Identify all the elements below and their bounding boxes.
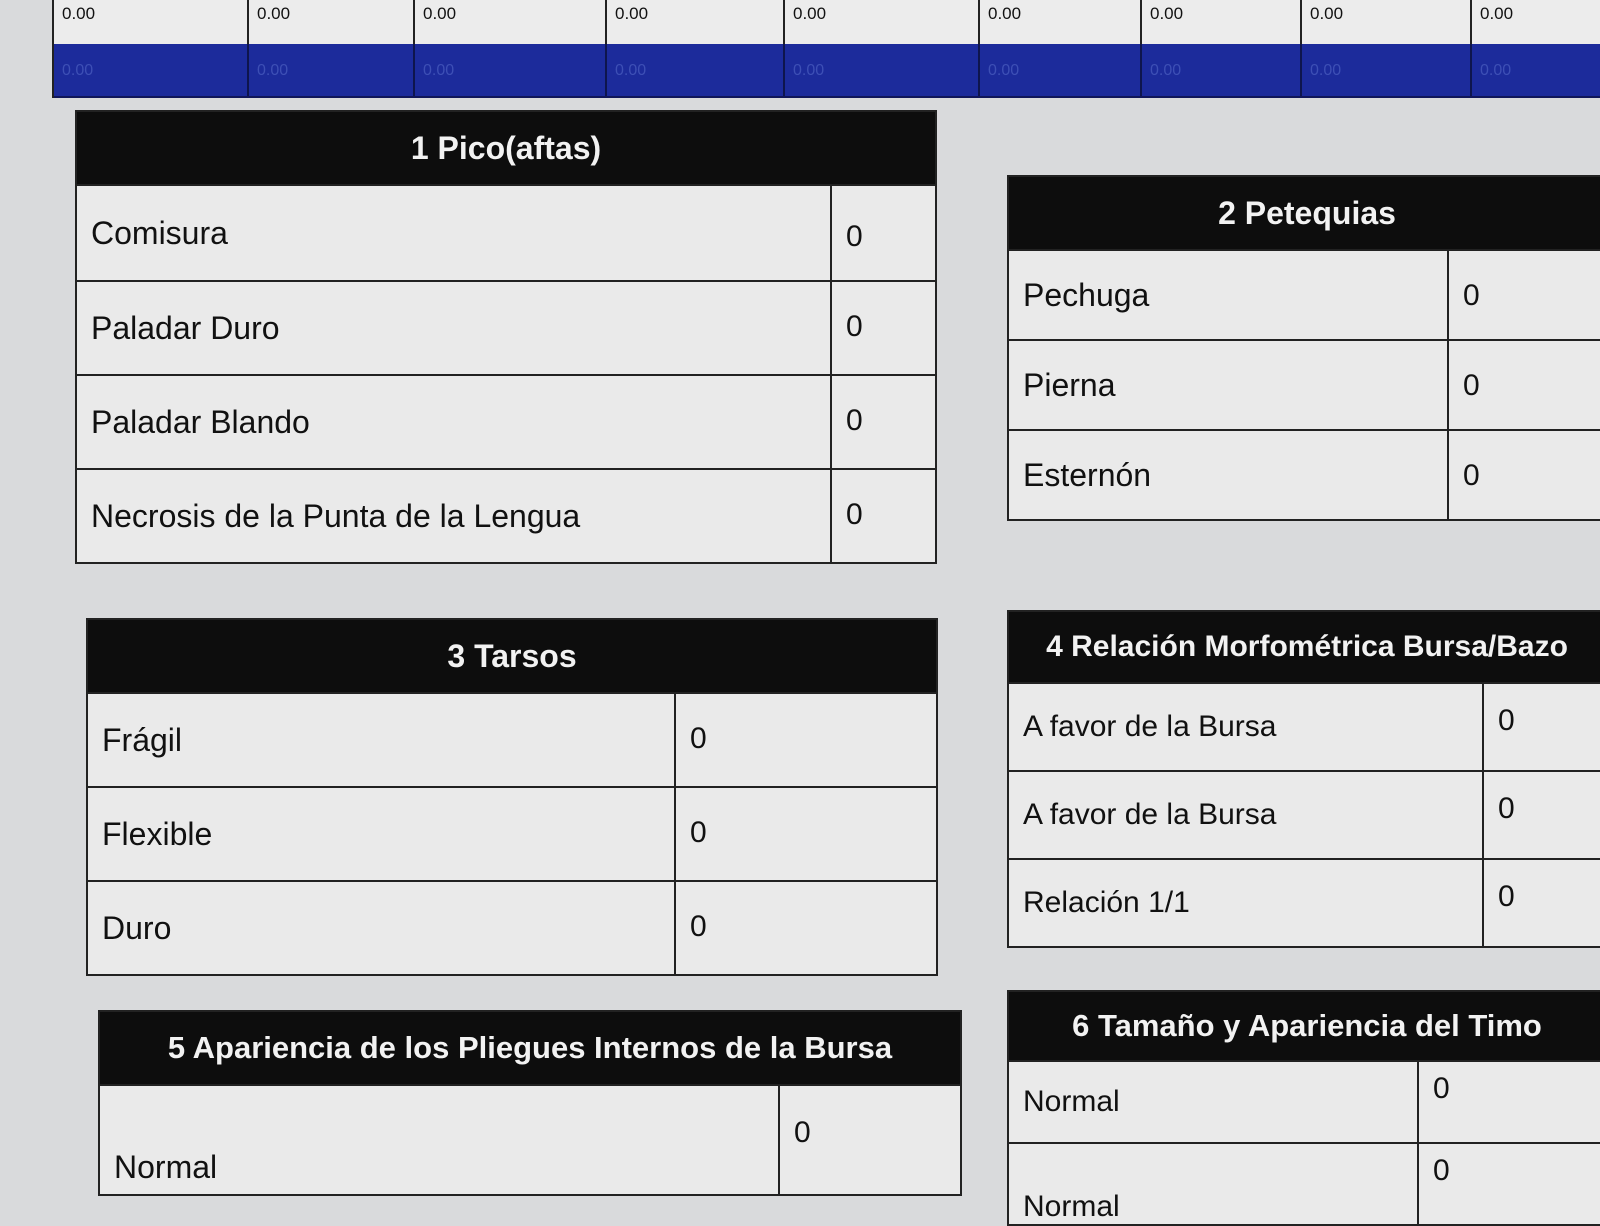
table-row: Normal 0: [1009, 1142, 1600, 1224]
row-value[interactable]: 0: [676, 788, 936, 880]
summary-row-values: 0.00 0.00 0.00 0.00 0.00 0.00 0.00 0.00 …: [54, 0, 1600, 44]
row-value[interactable]: 0: [1419, 1062, 1600, 1142]
row-label: Normal: [1009, 1062, 1419, 1142]
summary-total-cell: 0.00: [1472, 44, 1600, 96]
panel-title: 1 Pico(aftas): [77, 112, 935, 184]
summary-cell: 0.00: [785, 0, 980, 44]
row-value[interactable]: 0: [832, 186, 935, 280]
panel-petequias: 2 Petequias Pechuga 0 Pierna 0 Esternón …: [1007, 175, 1600, 521]
row-label: Paladar Blando: [77, 376, 832, 468]
summary-total-cell: 0.00: [785, 44, 980, 96]
summary-cell: 0.00: [1142, 0, 1302, 44]
row-label: Normal: [1009, 1144, 1419, 1224]
table-row: Paladar Blando 0: [77, 374, 935, 468]
table-row: Paladar Duro 0: [77, 280, 935, 374]
table-row: Relación 1/1 0: [1009, 858, 1600, 946]
table-row: Frágil 0: [88, 692, 936, 786]
summary-cell: 0.00: [980, 0, 1142, 44]
summary-cell: 0.00: [54, 0, 249, 44]
row-label: Pierna: [1009, 341, 1449, 429]
summary-total-cell: 0.00: [607, 44, 785, 96]
row-label: A favor de la Bursa: [1009, 772, 1484, 858]
summary-total-cell: 0.00: [415, 44, 607, 96]
summary-cell: 0.00: [1302, 0, 1472, 44]
table-row: Necrosis de la Punta de la Lengua 0: [77, 468, 935, 562]
row-label: Flexible: [88, 788, 676, 880]
row-label: Paladar Duro: [77, 282, 832, 374]
table-row: A favor de la Bursa 0: [1009, 682, 1600, 770]
panel-title: 5 Apariencia de los Pliegues Internos de…: [100, 1012, 960, 1084]
table-row: Normal 0: [100, 1084, 960, 1194]
summary-cell: 0.00: [1472, 0, 1600, 44]
summary-total-cell: 0.00: [1142, 44, 1302, 96]
summary-cell: 0.00: [415, 0, 607, 44]
row-label: Normal: [100, 1086, 780, 1194]
panel-title: 4 Relación Morfométrica Bursa/Bazo: [1009, 612, 1600, 682]
summary-table: 0.00 0.00 0.00 0.00 0.00 0.00 0.00 0.00 …: [52, 0, 1600, 98]
summary-total-cell: 0.00: [980, 44, 1142, 96]
table-row: Flexible 0: [88, 786, 936, 880]
row-value[interactable]: 0: [676, 694, 936, 786]
row-value[interactable]: 0: [780, 1086, 960, 1194]
row-label: Frágil: [88, 694, 676, 786]
summary-total-cell: 0.00: [54, 44, 249, 96]
row-value[interactable]: 0: [1449, 251, 1600, 339]
row-value[interactable]: 0: [832, 282, 935, 374]
row-label: Comisura: [77, 186, 832, 280]
table-row: Normal 0: [1009, 1060, 1600, 1142]
row-value[interactable]: 0: [1449, 431, 1600, 519]
panel-tarsos: 3 Tarsos Frágil 0 Flexible 0 Duro 0: [86, 618, 938, 976]
table-row: Duro 0: [88, 880, 936, 974]
row-value[interactable]: 0: [1419, 1144, 1600, 1224]
table-row: Esternón 0: [1009, 429, 1600, 519]
panel-title: 2 Petequias: [1009, 177, 1600, 249]
row-label: A favor de la Bursa: [1009, 684, 1484, 770]
summary-row-totals: 0.00 0.00 0.00 0.00 0.00 0.00 0.00 0.00 …: [54, 44, 1600, 98]
row-label: Relación 1/1: [1009, 860, 1484, 946]
panel-title: 6 Tamaño y Apariencia del Timo: [1009, 992, 1600, 1060]
row-value[interactable]: 0: [832, 470, 935, 562]
summary-cell: 0.00: [249, 0, 415, 44]
panel-relacion-bursa-bazo: 4 Relación Morfométrica Bursa/Bazo A fav…: [1007, 610, 1600, 948]
panel-pico: 1 Pico(aftas) Comisura 0 Paladar Duro 0 …: [75, 110, 937, 564]
summary-total-cell: 0.00: [1302, 44, 1472, 96]
row-value[interactable]: 0: [1449, 341, 1600, 429]
row-label: Esternón: [1009, 431, 1449, 519]
summary-cell: 0.00: [607, 0, 785, 44]
row-value[interactable]: 0: [676, 882, 936, 974]
row-value[interactable]: 0: [1484, 772, 1600, 858]
panel-title: 3 Tarsos: [88, 620, 936, 692]
row-label: Necrosis de la Punta de la Lengua: [77, 470, 832, 562]
row-label: Pechuga: [1009, 251, 1449, 339]
row-value[interactable]: 0: [1484, 684, 1600, 770]
row-value[interactable]: 0: [832, 376, 935, 468]
panel-pliegues-bursa: 5 Apariencia de los Pliegues Internos de…: [98, 1010, 962, 1196]
table-row: Pechuga 0: [1009, 249, 1600, 339]
row-value[interactable]: 0: [1484, 860, 1600, 946]
table-row: Comisura 0: [77, 184, 935, 280]
table-row: Pierna 0: [1009, 339, 1600, 429]
summary-total-cell: 0.00: [249, 44, 415, 96]
table-row: A favor de la Bursa 0: [1009, 770, 1600, 858]
panel-timo: 6 Tamaño y Apariencia del Timo Normal 0 …: [1007, 990, 1600, 1226]
row-label: Duro: [88, 882, 676, 974]
